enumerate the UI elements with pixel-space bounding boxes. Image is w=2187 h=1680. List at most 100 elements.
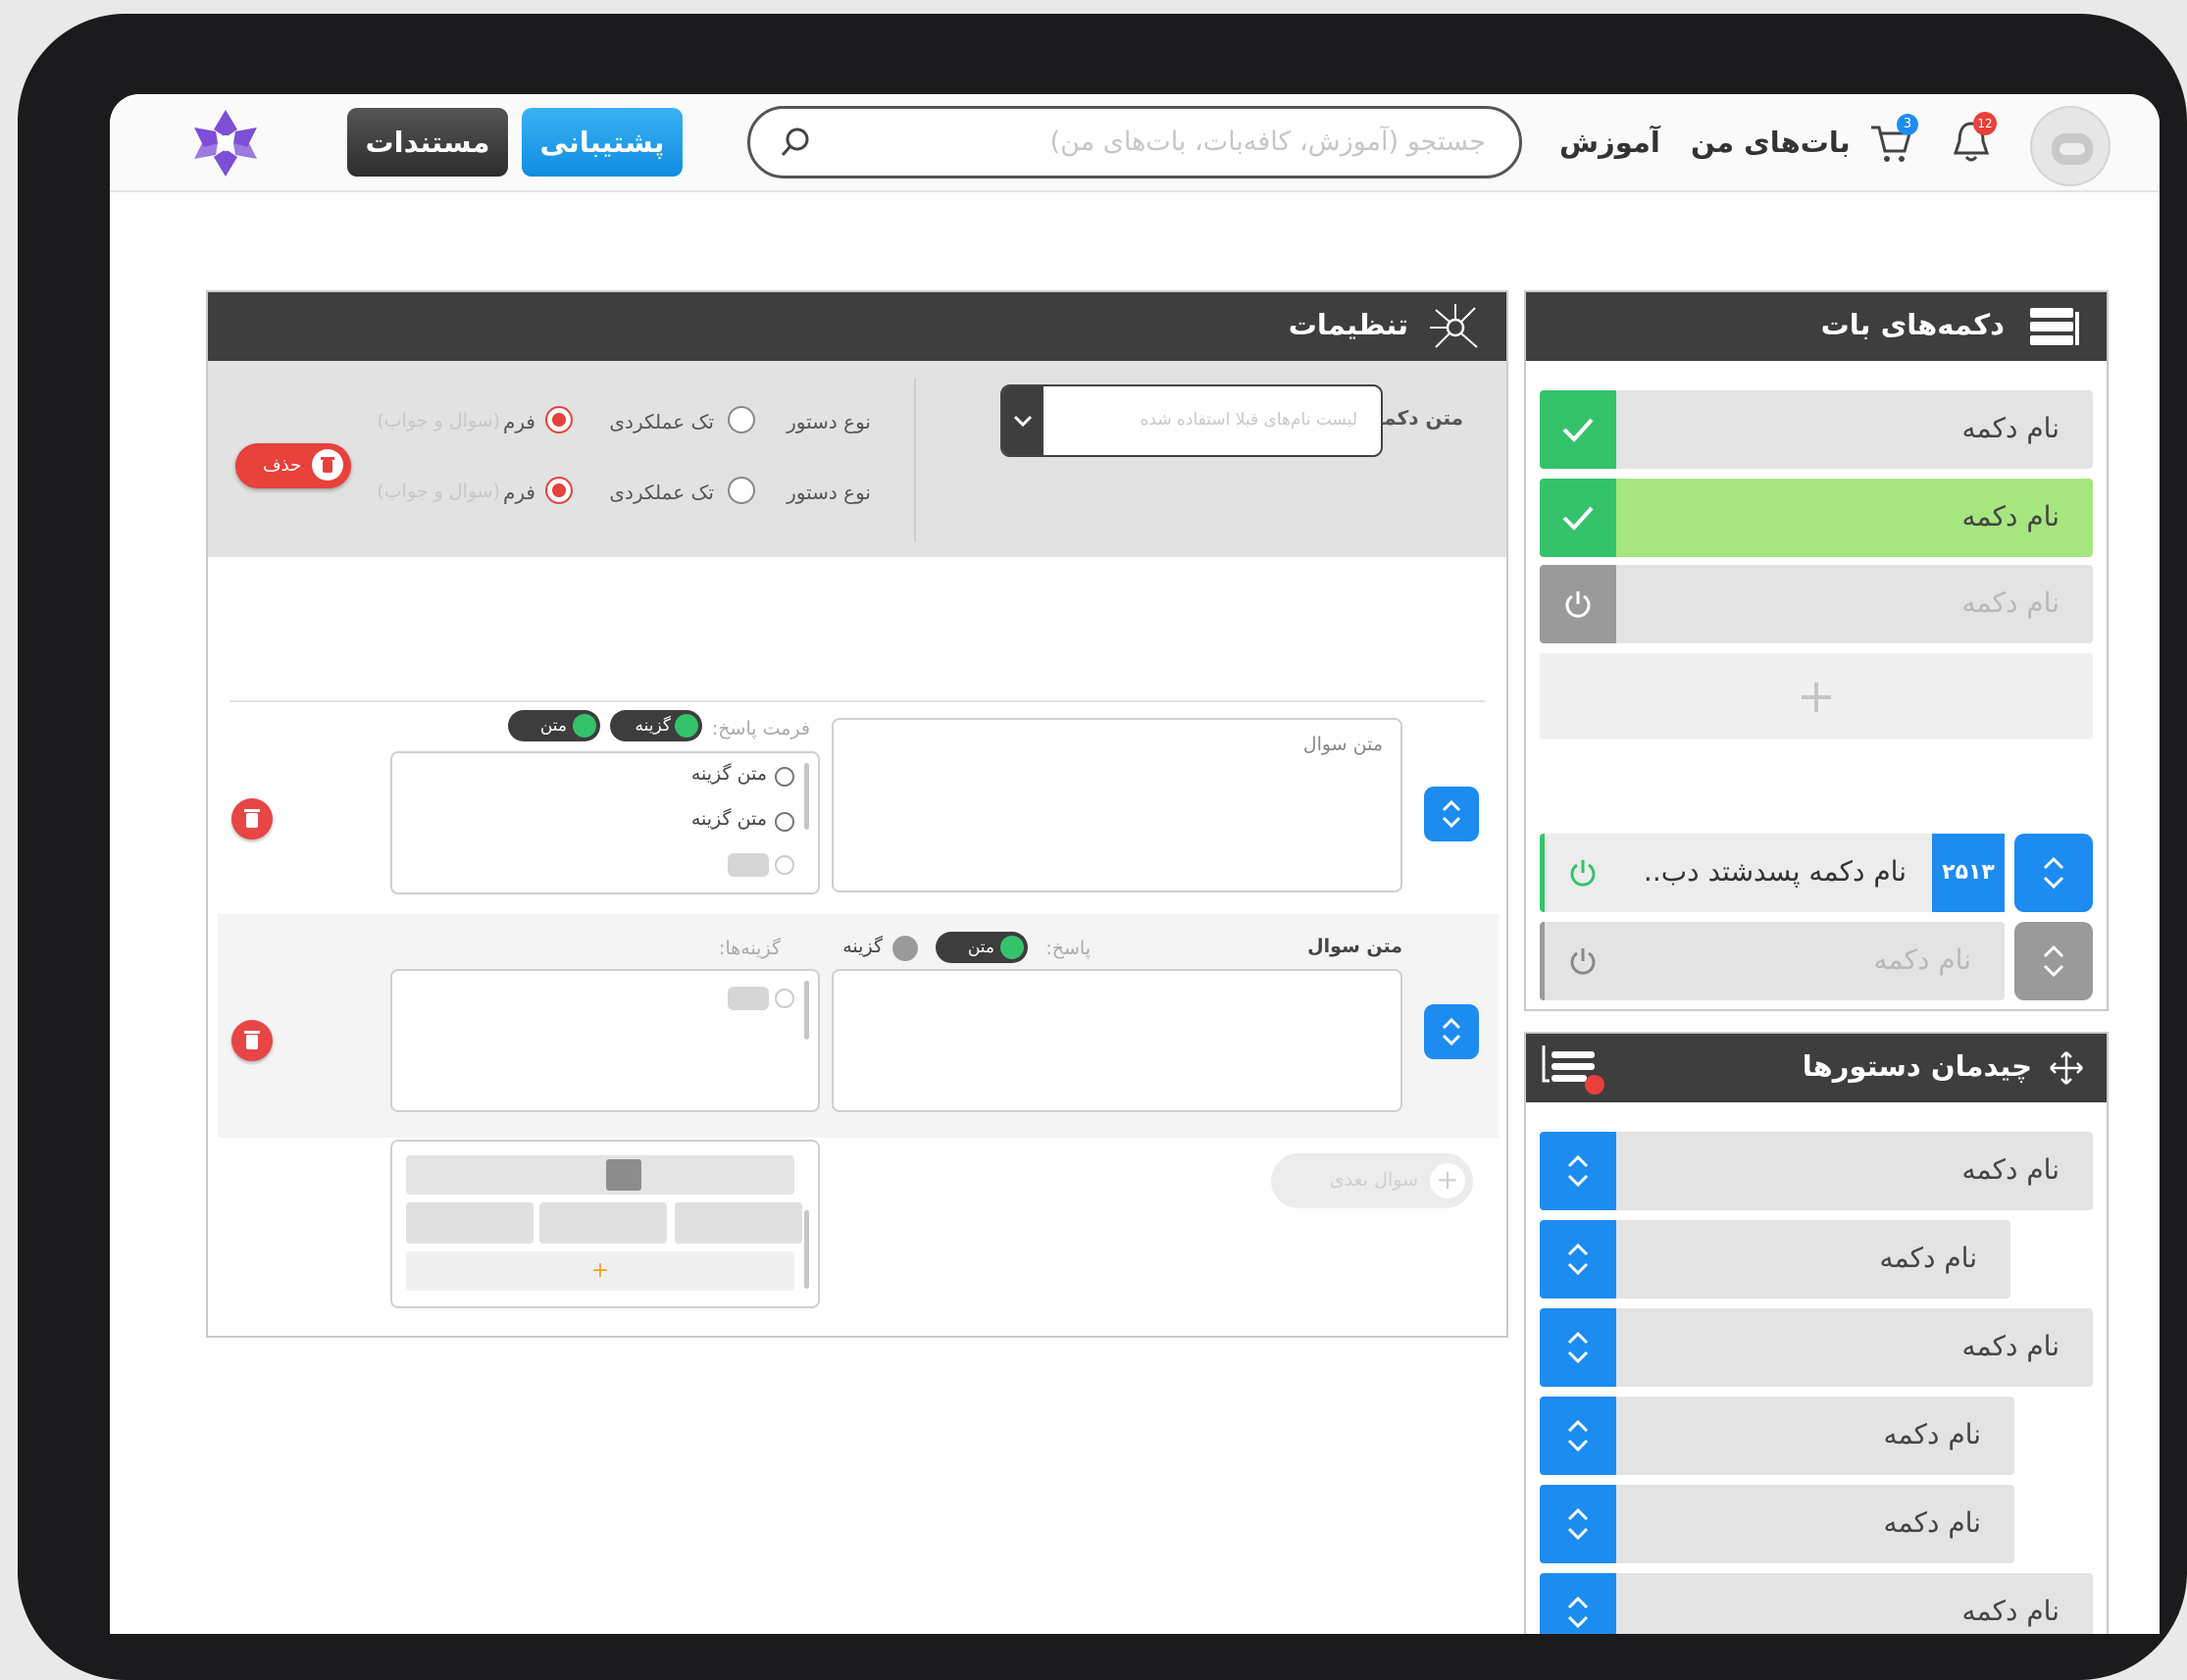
power-icon[interactable]	[1545, 922, 1621, 1000]
question-placeholder: متن سوال	[1302, 734, 1383, 755]
option-label: گزینه	[842, 936, 883, 957]
form-radio[interactable]	[545, 477, 573, 504]
arrangement-item[interactable]: نام دکمه	[1540, 1485, 2014, 1563]
stack-icon	[2026, 304, 2081, 355]
cart-icon[interactable]: 3	[1867, 114, 1918, 167]
delete-question-button[interactable]	[231, 798, 273, 840]
bot-button-list-item[interactable]: نام دکمه	[1540, 922, 2005, 1000]
single-action-radio[interactable]	[728, 406, 755, 433]
answer-format-label: فرمت پاسخ:	[711, 718, 810, 739]
preview-add[interactable]: +	[406, 1251, 794, 1291]
arrangement-header: چیدمان دستورها	[1526, 1034, 2107, 1102]
support-button[interactable]: پشتیبانی	[522, 108, 683, 177]
arrangement-panel: چیدمان دستورها نام دکمه نام دکمه نام دکم…	[1524, 1032, 2109, 1634]
options-scrollbar[interactable]	[804, 981, 809, 1040]
arrangement-item[interactable]: نام دکمه	[1540, 1573, 2093, 1634]
sort-icon[interactable]	[1540, 1573, 1616, 1634]
arrangement-item[interactable]: نام دکمه	[1540, 1132, 2093, 1210]
arrangement-label: نام دکمه	[1961, 1595, 2060, 1627]
arrangement-item[interactable]: نام دکمه	[1540, 1220, 2010, 1298]
next-question-button[interactable]: + سوال بعدی	[1271, 1153, 1473, 1208]
single-action-radio[interactable]	[728, 477, 755, 504]
bot-button-item-selected[interactable]: نام دکمه	[1540, 479, 2093, 557]
sort-icon[interactable]	[1540, 1308, 1616, 1387]
sort-icon[interactable]	[1540, 1220, 1616, 1298]
delete-question-button[interactable]	[231, 1020, 273, 1061]
tablet-frame: مستندات پشتیبانی جستجو (آموزش، کافه‌بات،…	[18, 14, 2187, 1680]
option-radio[interactable]	[775, 989, 794, 1008]
arrangement-label: نام دکمه	[1883, 1418, 1981, 1451]
add-button[interactable]: +	[1540, 653, 2093, 739]
option-radio[interactable]	[775, 855, 794, 875]
text-toggle-label: متن	[539, 716, 567, 736]
answer-label: پاسخ:	[1045, 938, 1091, 959]
text-toggle-label: متن	[967, 938, 994, 957]
arrangement-item[interactable]: نام دکمه	[1540, 1308, 2093, 1387]
options-label: گزینه‌ها:	[719, 938, 781, 959]
arrangement-item[interactable]: نام دکمه	[1540, 1397, 2014, 1475]
bot-button-item-disabled[interactable]: نام دکمه	[1540, 565, 2093, 643]
network-icon	[1426, 300, 1485, 359]
preview-cell	[675, 1202, 802, 1244]
option-label: متن گزینه	[690, 763, 767, 785]
options-box	[390, 969, 820, 1112]
check-icon	[675, 714, 698, 738]
sort-icon[interactable]	[1540, 1485, 1616, 1563]
divider	[914, 379, 916, 541]
plus-circle-icon: +	[1430, 1163, 1465, 1198]
plus-icon: +	[1796, 669, 1837, 724]
form-radio[interactable]	[545, 406, 573, 433]
power-icon[interactable]	[1540, 565, 1616, 643]
question-textarea[interactable]: متن سوال	[832, 718, 1402, 892]
sort-handle[interactable]	[2014, 922, 2093, 1000]
single-action-label: تک عملکردی	[609, 481, 714, 504]
id-tag: ۲۵۱۳	[1932, 834, 2005, 912]
nav-learning[interactable]: آموزش	[1559, 126, 1660, 159]
preview-scrollbar[interactable]	[804, 1210, 809, 1289]
options-scrollbar[interactable]	[804, 763, 809, 830]
sort-handle[interactable]	[1424, 1004, 1479, 1059]
arrangement-label: نام دکمه	[1879, 1242, 1977, 1274]
check-icon[interactable]	[1540, 479, 1616, 557]
bot-button-item[interactable]: نام دکمه	[1540, 390, 2093, 469]
text-toggle[interactable]: متن	[936, 932, 1028, 963]
sort-handle[interactable]	[1424, 787, 1479, 841]
sort-icon[interactable]	[1540, 1132, 1616, 1210]
add-option-icon[interactable]	[728, 853, 769, 877]
check-icon[interactable]	[1540, 390, 1616, 469]
notification-icon[interactable]: 12	[1948, 112, 1997, 167]
delete-button[interactable]: حذف	[235, 443, 351, 488]
option-toggle-off[interactable]	[892, 936, 918, 961]
settings-panel: تنظیمات متن دکمه لیست نام‌های قبلا استفا…	[206, 290, 1508, 1338]
sort-handle[interactable]	[2014, 834, 2093, 912]
question-textarea[interactable]	[832, 969, 1402, 1112]
nav-my-bots[interactable]: بات‌های من	[1691, 126, 1851, 159]
avatar[interactable]	[2030, 106, 2111, 186]
option-radio[interactable]	[775, 767, 794, 787]
bot-button-list-item[interactable]: نام دکمه پسدشتد دب.. ۲۵۱۳	[1540, 834, 2005, 912]
settings-bar: متن دکمه لیست نام‌های قبلا استفاده شده ن…	[208, 361, 1506, 557]
move-icon	[2048, 1049, 2085, 1091]
preview-handle[interactable]	[606, 1159, 641, 1191]
sort-icon[interactable]	[1540, 1397, 1616, 1475]
command-type-label: نوع دستور	[787, 481, 871, 504]
single-action-label: تک عملکردی	[609, 410, 714, 433]
section-divider	[229, 700, 1485, 702]
search-input[interactable]: جستجو (آموزش، کافه‌بات، بات‌های من)	[747, 106, 1522, 178]
option-toggle[interactable]: گزینه	[610, 710, 702, 741]
option-radio[interactable]	[775, 812, 794, 832]
chevron-down-icon[interactable]	[1002, 386, 1043, 455]
cart-badge: 3	[1897, 114, 1918, 135]
option-toggle-label: گزینه	[635, 716, 671, 736]
add-option-icon[interactable]	[728, 987, 769, 1010]
form-label: فرم	[503, 410, 535, 433]
button-text-label: متن دکمه	[1372, 406, 1463, 430]
power-icon[interactable]	[1545, 834, 1621, 912]
logo-icon[interactable]	[186, 104, 265, 182]
button-text-placeholder: لیست نام‌های قبلا استفاده شده	[1140, 410, 1358, 430]
text-toggle[interactable]: متن	[508, 710, 600, 741]
search-placeholder: جستجو (آموزش، کافه‌بات، بات‌های من)	[1049, 127, 1486, 157]
docs-button[interactable]: مستندات	[347, 108, 508, 177]
arrangement-label: نام دکمه	[1883, 1506, 1981, 1539]
button-text-select[interactable]: لیست نام‌های قبلا استفاده شده	[1000, 384, 1383, 457]
